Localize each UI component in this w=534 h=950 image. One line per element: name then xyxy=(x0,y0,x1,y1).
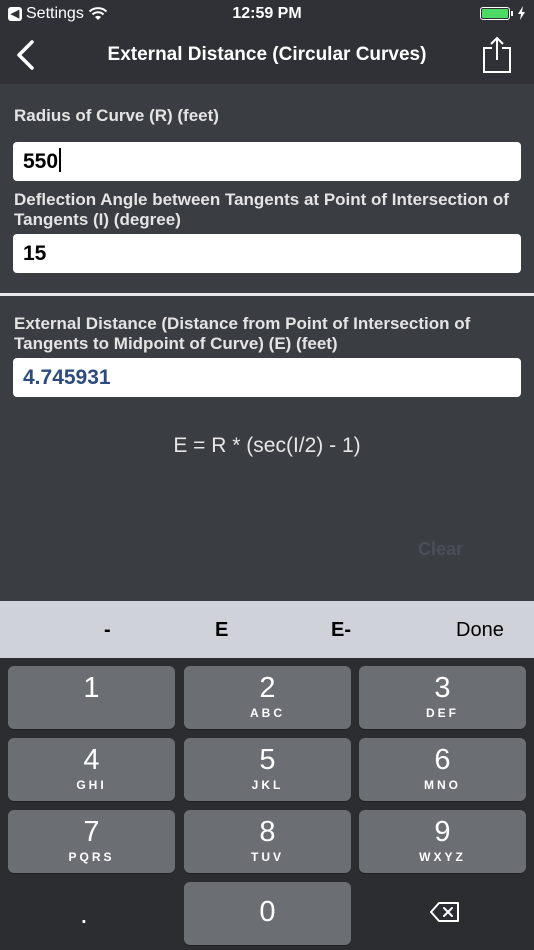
numeric-keyboard: 1 2 ABC 3 DEF 4 GHI 5 JKL 6 MNO 7 PQRS 8 TUV 9W… xyxy=(0,658,534,950)
radius-input[interactable]: 550 xyxy=(13,142,521,181)
minus-button[interactable]: - xyxy=(104,619,111,642)
navigation-bar: External Distance (Circular Curves) xyxy=(0,28,534,84)
battery-icon xyxy=(480,6,510,20)
charging-bolt-icon xyxy=(518,6,525,20)
external-distance-label: External Distance (Distance from Point o… xyxy=(14,314,471,353)
external-distance-value: 4.745931 xyxy=(23,366,111,389)
keyboard-accessory-bar: - E E- Done xyxy=(0,601,534,658)
deflection-angle-label: Deflection Angle between Tangents at Poi… xyxy=(14,190,509,229)
radius-value: 550 xyxy=(23,150,59,173)
key-6[interactable]: 6 MNO xyxy=(359,738,526,801)
key-9[interactable]: 9 WXYZ xyxy=(359,810,526,873)
section-divider xyxy=(0,293,534,296)
done-button[interactable]: Done xyxy=(456,619,504,642)
key-0[interactable]: 0 xyxy=(184,882,351,945)
key-1[interactable]: 1 xyxy=(8,666,175,729)
key-3[interactable]: 3 DEF xyxy=(359,666,526,729)
key-8[interactable]: 8 TUV xyxy=(184,810,351,873)
negative-exponent-button[interactable]: E- xyxy=(331,619,351,642)
external-distance-output[interactable]: 4.745931 xyxy=(13,358,521,397)
deflection-angle-input[interactable]: 15 xyxy=(13,234,521,273)
text-caret xyxy=(59,148,62,172)
key-decimal-point[interactable]: . xyxy=(80,898,88,930)
status-time: 12:59 PM xyxy=(232,5,302,22)
deflection-angle-value: 15 xyxy=(23,242,47,265)
share-icon[interactable] xyxy=(482,36,512,74)
back-chevron-icon[interactable] xyxy=(12,38,40,72)
battery-area xyxy=(480,6,526,20)
delete-backspace-icon[interactable] xyxy=(430,901,460,923)
calculator-form: Radius of Curve (R) (feet) 550 Deflectio… xyxy=(0,84,534,601)
key-2[interactable]: 2 ABC xyxy=(184,666,351,729)
key-5[interactable]: 5 JKL xyxy=(184,738,351,801)
page-title: External Distance (Circular Curves) xyxy=(107,44,427,65)
key-4[interactable]: 4 GHI xyxy=(8,738,175,801)
radius-label: Radius of Curve (R) (feet) xyxy=(14,106,219,125)
clear-button[interactable]: Clear xyxy=(418,539,463,560)
status-bar: ◀ Settings 12:59 PM xyxy=(0,0,534,28)
key-7[interactable]: 7 PQRS xyxy=(8,810,175,873)
formula-text: E = R * (sec(I/2) - 1) xyxy=(173,434,361,457)
exponent-button[interactable]: E xyxy=(215,619,228,642)
